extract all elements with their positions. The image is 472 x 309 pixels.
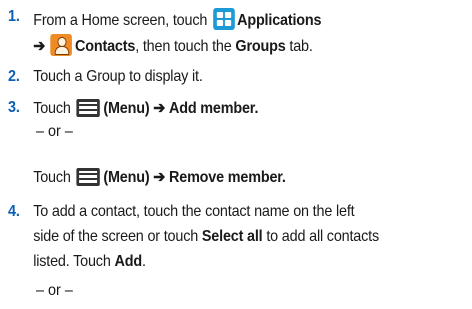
add-member-label: Add member. [169, 100, 259, 117]
step-4: 4. To add a contact, touch the contact n… [8, 203, 426, 283]
step-number: 4. [8, 203, 20, 220]
arrow: ➔ [33, 38, 46, 55]
menu-icon [76, 168, 100, 186]
menu-label: (Menu) [103, 100, 150, 117]
step-3: 3. Touch (Menu) ➔ Add member. [8, 99, 426, 119]
step-4-line-1: To add a contact, touch the contact name… [33, 203, 355, 220]
or-separator: – or – [36, 282, 73, 299]
step-3-alt: Touch (Menu) ➔ Remove member. [8, 168, 426, 188]
step-2: 2. Touch a Group to display it. [8, 68, 426, 88]
contacts-person-icon [50, 34, 73, 56]
contacts-label: Contacts [75, 38, 136, 55]
step-4-line-2-post: to add all contacts [266, 228, 379, 245]
applications-label: Applications [237, 12, 322, 29]
arrow: ➔ [153, 100, 166, 117]
or-separator: – or – [36, 123, 73, 140]
step-2-text: Touch a Group to display it. [33, 68, 203, 85]
select-all-label: Select all [201, 228, 263, 245]
menu-icon [76, 99, 100, 117]
touch-text: Touch [33, 100, 71, 117]
step-1-text: From a Home screen, touch [33, 12, 208, 29]
step-1-text-mid: , then touch the [135, 38, 232, 55]
arrow: ➔ [153, 169, 166, 186]
step-1: 1. From a Home screen, touch Application… [8, 8, 426, 56]
step-1-text-end: tab. [289, 38, 313, 55]
touch-text: Touch [33, 169, 71, 186]
step-4-line-2-pre: side of the screen or touch [33, 228, 199, 245]
remove-member-label: Remove member. [169, 169, 286, 186]
step-4-line-3-post: . [141, 253, 146, 270]
menu-label: (Menu) [103, 169, 150, 186]
groups-label: Groups [235, 38, 286, 55]
step-4-line-3-pre: listed. Touch [33, 253, 111, 270]
step-number: 3. [8, 99, 20, 116]
add-label: Add [114, 253, 142, 270]
step-number: 1. [8, 8, 20, 25]
applications-grid-icon [212, 8, 235, 30]
step-number: 2. [8, 68, 20, 85]
